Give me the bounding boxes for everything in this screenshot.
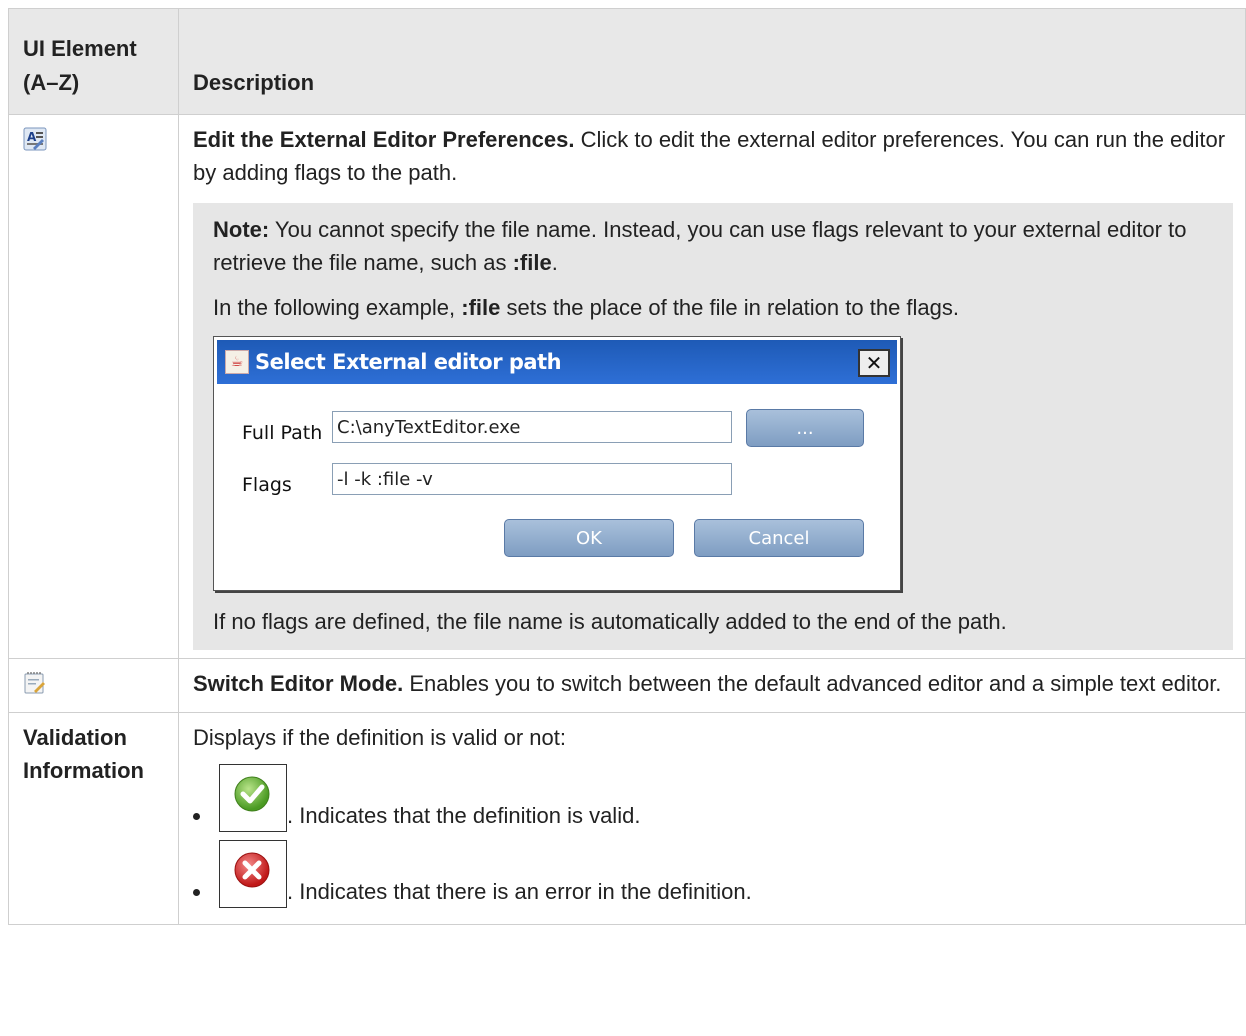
note-label: Note:	[213, 217, 270, 242]
full-path-input[interactable]: C:\anyTextEditor.exe	[332, 411, 732, 443]
note-text-end: .	[551, 250, 558, 275]
validation-label: Validation Information	[23, 725, 144, 783]
description-cell: Displays if the definition is valid or n…	[178, 712, 1246, 925]
list-item: . Indicates that there is an error in th…	[213, 840, 1231, 908]
table-row: A Edit the External Editor Preferences. …	[8, 114, 1246, 659]
validation-intro: Displays if the definition is valid or n…	[193, 725, 566, 750]
switch-editor-mode-icon[interactable]	[23, 671, 47, 704]
ok-button[interactable]: OK	[504, 519, 674, 557]
select-editor-path-dialog: ☕ Select External editor path ✕ Full Pat…	[213, 336, 901, 591]
edit-external-description: Edit the External Editor Preferences. Cl…	[193, 123, 1231, 189]
validation-list: . Indicates that the definition is valid…	[193, 764, 1231, 908]
note-paragraph: Note: You cannot specify the file name. …	[213, 213, 1213, 279]
dialog-title: Select External editor path	[255, 349, 562, 374]
red-x-icon	[219, 840, 287, 908]
edit-external-title: Edit the External Editor Preferences.	[193, 127, 575, 152]
valid-text: . Indicates that the definition is valid…	[287, 803, 641, 828]
error-text: . Indicates that there is an error in th…	[287, 879, 752, 904]
cancel-button[interactable]: Cancel	[694, 519, 864, 557]
example-flag: :file	[461, 295, 501, 320]
header-description: Description	[178, 8, 1246, 115]
list-item: . Indicates that the definition is valid…	[213, 764, 1231, 832]
example-paragraph: In the following example, :file sets the…	[213, 291, 1213, 324]
flags-label: Flags	[242, 474, 292, 496]
edit-external-editor-icon[interactable]: A	[23, 127, 47, 160]
ui-element-cell	[8, 658, 179, 713]
note-flag: :file	[512, 250, 552, 275]
header-ui-element: UI Element (A–Z)	[8, 8, 179, 115]
svg-text:A: A	[27, 130, 37, 144]
browse-button[interactable]: ...	[746, 409, 864, 447]
table-row: Switch Editor Mode. Enables you to switc…	[8, 658, 1246, 713]
flags-input[interactable]: -l -k :file -v	[332, 463, 732, 495]
java-app-icon: ☕	[225, 350, 249, 374]
switch-mode-title: Switch Editor Mode.	[193, 671, 404, 696]
switch-mode-text: Enables you to switch between the defaul…	[403, 671, 1222, 696]
table-header-row: UI Element (A–Z) Description	[8, 8, 1246, 115]
description-cell: Edit the External Editor Preferences. Cl…	[178, 114, 1246, 659]
description-cell: Switch Editor Mode. Enables you to switc…	[178, 658, 1246, 713]
example-text-start: In the following example,	[213, 295, 462, 320]
note-footer: If no flags are defined, the file name i…	[213, 609, 1007, 634]
note-text: You cannot specify the file name. Instea…	[213, 217, 1187, 275]
ui-element-cell: Validation Information	[8, 712, 179, 925]
switch-mode-description: Switch Editor Mode. Enables you to switc…	[193, 667, 1231, 700]
ui-element-cell: A	[8, 114, 179, 659]
example-text-end: sets the place of the file in relation t…	[500, 295, 960, 320]
green-check-icon	[219, 764, 287, 832]
dialog-title-bar: ☕ Select External editor path	[217, 340, 897, 384]
ui-elements-table: UI Element (A–Z) Description A Edit the …	[8, 8, 1246, 925]
dialog-close-icon[interactable]: ✕	[858, 349, 890, 377]
full-path-label: Full Path	[242, 422, 323, 444]
table-row: Validation Information Displays if the d…	[8, 712, 1246, 925]
note-box: Note: You cannot specify the file name. …	[193, 203, 1233, 650]
